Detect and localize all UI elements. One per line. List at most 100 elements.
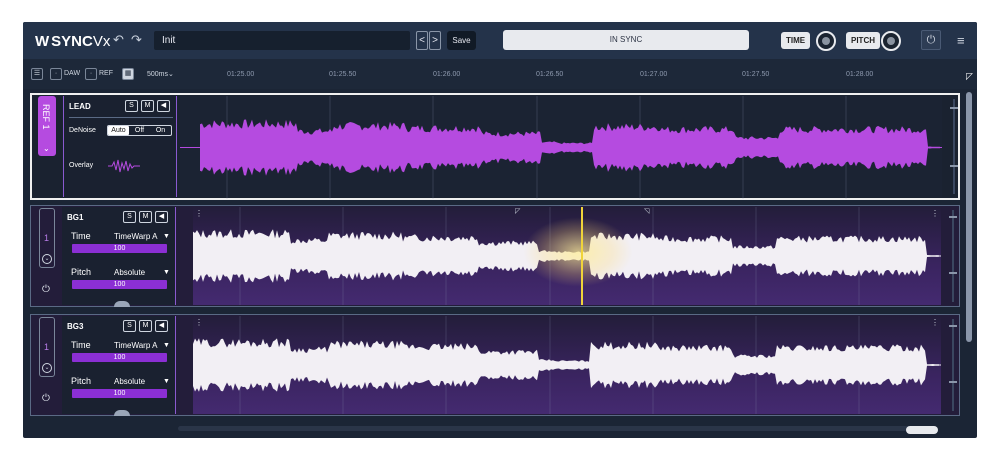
- corner-expand-icon[interactable]: ◸: [966, 71, 973, 82]
- expand-handle[interactable]: [114, 301, 130, 307]
- pitch-amount-slider[interactable]: 100: [72, 280, 167, 289]
- solo-button[interactable]: S: [123, 320, 136, 332]
- pitch-knob[interactable]: [881, 31, 901, 51]
- warp-marker[interactable]: ◸: [515, 207, 520, 215]
- chevron-down-icon[interactable]: ▼: [163, 269, 170, 276]
- chevron-down-icon[interactable]: ⌄: [43, 144, 50, 153]
- speaker-icon[interactable]: ◀: [155, 211, 168, 223]
- timestamp-label: 01:26.50: [536, 71, 564, 78]
- track-controls: BG1 S M ◀ Time TimeWarp A ▼ 100 Pitch Ab…: [62, 207, 176, 307]
- next-preset-button[interactable]: >: [429, 31, 441, 50]
- time-mode-select[interactable]: TimeWarp A: [114, 232, 157, 241]
- prev-preset-button[interactable]: <: [416, 31, 428, 50]
- timeline-ruler[interactable]: ☰ · DAW · REF ▦ 500ms⌄ 01:25.00 01:25.50…: [23, 59, 977, 89]
- track-zoom-slider[interactable]: [949, 210, 958, 302]
- chevron-down-icon[interactable]: ▼: [163, 233, 170, 240]
- redo-icon[interactable]: ↷: [131, 32, 142, 48]
- resolution-select[interactable]: 500ms⌄: [147, 70, 174, 78]
- track-zoom-slider[interactable]: [949, 319, 958, 411]
- ref-toggle-button[interactable]: ·: [85, 68, 97, 80]
- drag-handle-icon[interactable]: ⋮: [195, 318, 203, 327]
- waveform-area[interactable]: [180, 96, 942, 199]
- ref-tab-label: REF 1: [41, 104, 51, 130]
- power-icon[interactable]: ⏻: [42, 393, 50, 404]
- horizontal-scrollbar-track[interactable]: [178, 426, 918, 431]
- time-amount-slider[interactable]: 100: [72, 244, 167, 253]
- track-name: BG1: [67, 213, 84, 222]
- denoise-label: DeNoise: [69, 127, 96, 134]
- time-amount-value: 100: [113, 354, 126, 361]
- chevron-down-icon[interactable]: ▼: [163, 378, 170, 385]
- expand-handle[interactable]: [114, 410, 130, 416]
- solo-button[interactable]: S: [125, 100, 138, 112]
- time-toggle-button[interactable]: TIME: [781, 32, 811, 49]
- overlay-label: Overlay: [69, 162, 94, 169]
- chevron-down-icon[interactable]: ⌄: [42, 363, 52, 373]
- track-number-tab[interactable]: 1 ⌄: [39, 317, 55, 377]
- pitch-toggle-button[interactable]: PITCH: [846, 32, 880, 49]
- timestamp-label: 01:25.50: [329, 71, 357, 78]
- preset-name-field[interactable]: Init: [154, 31, 410, 50]
- mute-button[interactable]: M: [139, 320, 152, 332]
- pitch-mode-select[interactable]: Absolute: [114, 377, 145, 386]
- warp-marker[interactable]: ◹: [644, 207, 649, 215]
- ref-tab[interactable]: REF 1 ⌄: [38, 96, 56, 156]
- vertical-scrollbar[interactable]: [966, 92, 972, 342]
- playhead[interactable]: [581, 207, 583, 305]
- overlay-wave-icon[interactable]: [108, 158, 140, 174]
- time-label: Time: [71, 340, 91, 350]
- speaker-icon[interactable]: ◀: [155, 320, 168, 332]
- drag-handle-icon[interactable]: ⋮: [195, 209, 203, 218]
- timestamp-label: 01:26.00: [433, 71, 461, 78]
- app-name-bold: SYNC: [51, 32, 93, 50]
- track-name: LEAD: [69, 102, 91, 111]
- sync-status-button[interactable]: IN SYNC: [503, 30, 749, 50]
- denoise-off-option[interactable]: Off: [129, 126, 150, 135]
- track-controls: LEAD S M ◀ DeNoise Auto Off On Overlay: [63, 96, 177, 197]
- power-icon[interactable]: ⏻: [921, 30, 941, 50]
- menu-icon[interactable]: ≡: [957, 33, 965, 48]
- track-number: 1: [44, 342, 50, 352]
- denoise-selector[interactable]: Auto Off On: [107, 125, 172, 136]
- daw-toggle-button[interactable]: ·: [50, 68, 62, 80]
- waves-logo-icon: W: [35, 32, 49, 50]
- time-knob[interactable]: [816, 31, 836, 51]
- time-label: Time: [71, 231, 91, 241]
- power-icon[interactable]: ⏻: [42, 284, 50, 295]
- waveform-area[interactable]: ⋮ ⋮: [193, 316, 941, 414]
- undo-icon[interactable]: ↶: [113, 32, 124, 48]
- track-number-tab[interactable]: 1 ⌄: [39, 208, 55, 268]
- timestamp-label: 01:28.00: [846, 71, 874, 78]
- waveform-area[interactable]: ◸ ◹ ⋮ ⋮: [193, 207, 941, 305]
- chevron-down-icon[interactable]: ⌄: [42, 254, 52, 264]
- denoise-auto-option[interactable]: Auto: [108, 126, 129, 135]
- timestamp-label: 01:27.50: [742, 71, 770, 78]
- chevron-down-icon[interactable]: ▼: [163, 342, 170, 349]
- pitch-label: Pitch: [71, 267, 92, 277]
- app-name-light: Vx: [92, 32, 111, 50]
- list-icon[interactable]: ☰: [31, 68, 43, 80]
- drag-handle-icon[interactable]: ⋮: [931, 209, 939, 218]
- lead-waveform[interactable]: [180, 96, 942, 199]
- mute-button[interactable]: M: [139, 211, 152, 223]
- pitch-label: Pitch: [71, 376, 92, 386]
- save-button[interactable]: Save: [447, 31, 476, 50]
- track-controls: BG3 S M ◀ Time TimeWarp A ▼ 100 Pitch Ab…: [62, 316, 176, 416]
- drag-handle-icon[interactable]: ⋮: [931, 318, 939, 327]
- track-zoom-slider[interactable]: [950, 99, 959, 194]
- grid-icon[interactable]: ▦: [122, 68, 134, 80]
- denoise-on-option[interactable]: On: [150, 126, 171, 135]
- horizontal-scrollbar-thumb[interactable]: [906, 426, 938, 434]
- time-mode-select[interactable]: TimeWarp A: [114, 341, 157, 350]
- pitch-amount-value: 100: [113, 390, 126, 397]
- app-logo: W SYNCVx: [35, 31, 110, 51]
- solo-button[interactable]: S: [123, 211, 136, 223]
- track-name: BG3: [67, 322, 84, 331]
- time-amount-slider[interactable]: 100: [72, 353, 167, 362]
- speaker-icon[interactable]: ◀: [157, 100, 170, 112]
- pitch-amount-slider[interactable]: 100: [72, 389, 167, 398]
- mute-button[interactable]: M: [141, 100, 154, 112]
- bg3-waveform[interactable]: [193, 316, 941, 414]
- ref-label: REF: [99, 70, 113, 77]
- pitch-mode-select[interactable]: Absolute: [114, 268, 145, 277]
